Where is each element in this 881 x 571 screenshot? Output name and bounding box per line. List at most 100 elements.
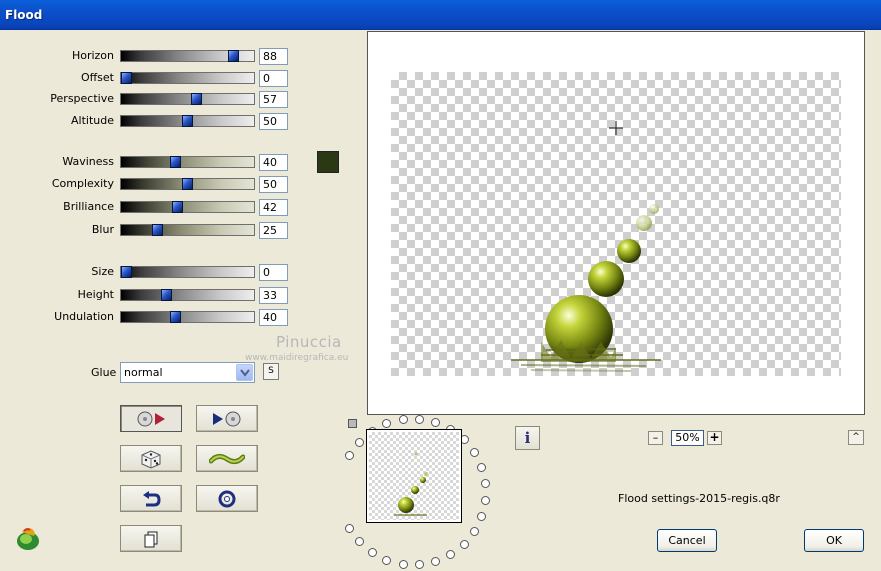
slider-value-offset[interactable]: 0 (259, 70, 288, 87)
slider-label-horizon: Horizon (71, 49, 114, 62)
navigator-dot[interactable] (470, 448, 479, 457)
slider-row-brilliance: Brilliance 42 (0, 199, 300, 216)
slider-track-offset[interactable] (120, 72, 255, 84)
slider-track-height[interactable] (120, 289, 255, 301)
slider-value-altitude[interactable]: 50 (259, 113, 288, 130)
reset-filter-button[interactable] (120, 405, 182, 432)
preview-pane[interactable] (367, 31, 865, 415)
slider-track-undulation[interactable] (120, 311, 255, 323)
navigator-dot[interactable] (477, 463, 486, 472)
wave-icon (209, 453, 245, 464)
slider-track-size[interactable] (120, 266, 255, 278)
chevron-down-icon[interactable] (236, 364, 253, 381)
slider-value-size[interactable]: 0 (259, 264, 288, 281)
random-button[interactable] (120, 445, 182, 472)
navigator-dot[interactable] (368, 548, 377, 557)
info-button[interactable]: i (515, 426, 540, 450)
slider-row-horizon: Horizon 88 (0, 48, 300, 65)
wave-button[interactable] (196, 445, 258, 472)
target-button[interactable] (196, 485, 258, 512)
apply-filter-icon (213, 411, 241, 426)
slider-thumb-complexity[interactable] (182, 178, 193, 190)
random-dice-icon (141, 449, 161, 469)
slider-thumb-undulation[interactable] (170, 311, 181, 323)
slider-track-horizon[interactable] (120, 50, 255, 62)
glue-s-button[interactable]: S (263, 363, 279, 380)
navigator-dot[interactable] (415, 415, 424, 424)
glue-value: normal (124, 366, 163, 379)
slider-value-height[interactable]: 33 (259, 287, 288, 304)
slider-thumb-height[interactable] (161, 289, 172, 301)
slider-value-complexity[interactable]: 50 (259, 176, 288, 193)
slider-track-altitude[interactable] (120, 115, 255, 127)
slider-row-blur: Blur 25 (0, 222, 300, 239)
color-swatch[interactable] (317, 151, 339, 173)
slider-track-waviness[interactable] (120, 156, 255, 168)
collapse-up-button[interactable]: ^ (848, 430, 864, 445)
navigator-dot[interactable] (399, 560, 408, 569)
slider-label-waviness: Waviness (62, 155, 114, 168)
slider-value-brilliance[interactable]: 42 (259, 199, 288, 216)
slider-track-complexity[interactable] (120, 178, 255, 190)
navigator-dot[interactable] (481, 479, 490, 488)
slider-label-brilliance: Brilliance (63, 200, 114, 213)
navigator-dot[interactable] (415, 560, 424, 569)
slider-row-height: Height 33 (0, 287, 300, 304)
navigator-dot[interactable] (345, 524, 354, 533)
navigator-dot[interactable] (382, 419, 391, 428)
navigator-dot[interactable] (399, 415, 408, 424)
preview-image (511, 121, 661, 372)
slider-thumb-waviness[interactable] (170, 156, 181, 168)
slider-value-blur[interactable]: 25 (259, 222, 288, 239)
slider-value-perspective[interactable]: 57 (259, 91, 288, 108)
slider-row-complexity: Complexity 50 (0, 176, 300, 193)
ok-button[interactable]: OK (804, 529, 864, 552)
slider-thumb-blur[interactable] (152, 224, 163, 236)
zoom-in-button[interactable]: + (707, 431, 722, 445)
copy-button[interactable] (120, 525, 182, 552)
navigator-dot[interactable] (431, 557, 440, 566)
glue-select[interactable]: normal (120, 362, 255, 383)
slider-thumb-brilliance[interactable] (172, 201, 183, 213)
navigator-dot[interactable] (477, 512, 486, 521)
apply-filter-button[interactable] (196, 405, 258, 432)
slider-thumb-size[interactable] (121, 266, 132, 278)
undo-button[interactable] (120, 485, 182, 512)
window-title: Flood (5, 8, 43, 22)
slider-value-waviness[interactable]: 40 (259, 154, 288, 171)
zoom-out-button[interactable]: – (648, 431, 663, 445)
slider-label-offset: Offset (80, 71, 114, 84)
slider-row-undulation: Undulation 40 (0, 309, 300, 326)
zoom-level: 50% (671, 430, 704, 446)
navigator-dot[interactable] (345, 451, 354, 460)
navigator-dot[interactable] (355, 537, 364, 546)
slider-value-horizon[interactable]: 88 (259, 48, 288, 65)
slider-label-complexity: Complexity (51, 177, 114, 190)
slider-label-blur: Blur (91, 223, 114, 236)
slider-row-offset: Offset 0 (0, 70, 300, 87)
navigator-dot[interactable] (460, 540, 469, 549)
cancel-button[interactable]: Cancel (657, 529, 717, 552)
slider-track-perspective[interactable] (120, 93, 255, 105)
watermark-site: www.maidiregrafica.eu (245, 353, 349, 363)
navigator-dot[interactable] (481, 496, 490, 505)
slider-track-blur[interactable] (120, 224, 255, 236)
watermark-name: Pinuccia (276, 333, 342, 351)
slider-thumb-offset[interactable] (121, 72, 132, 84)
preview-canvas[interactable] (391, 72, 841, 376)
slider-value-undulation[interactable]: 40 (259, 309, 288, 326)
copy-icon (144, 531, 158, 547)
navigator-dot[interactable] (355, 438, 364, 447)
slider-thumb-perspective[interactable] (191, 93, 202, 105)
slider-track-brilliance[interactable] (120, 201, 255, 213)
navigator-thumbnail[interactable] (366, 429, 462, 523)
slider-thumb-altitude[interactable] (182, 115, 193, 127)
navigator-corner-handle[interactable] (348, 419, 357, 428)
navigator-dot[interactable] (470, 527, 479, 536)
navigator-dot[interactable] (431, 418, 440, 427)
undo-icon (143, 490, 161, 506)
navigator-dot[interactable] (382, 556, 391, 565)
navigator-dot[interactable] (446, 550, 455, 559)
navigator-checker (369, 432, 459, 520)
slider-thumb-horizon[interactable] (228, 50, 239, 62)
